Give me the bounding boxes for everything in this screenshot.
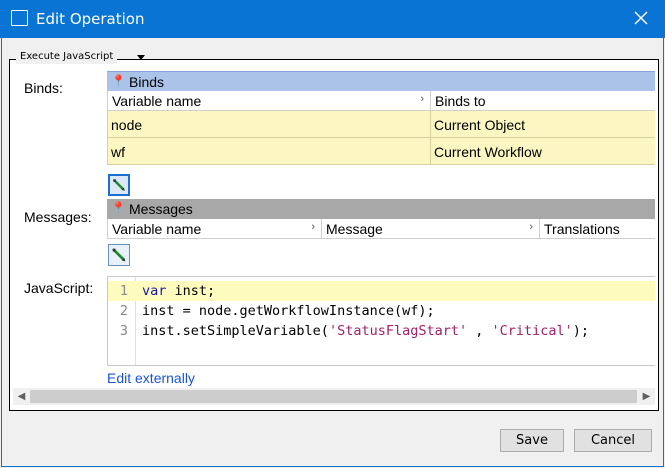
chevron-down-icon[interactable] xyxy=(137,55,145,60)
messages-grid-header: 📍 Messages xyxy=(107,199,655,219)
title-bar: Edit Operation xyxy=(0,0,665,38)
string-literal: 'StatusFlagStart' xyxy=(328,323,468,339)
code-text: var inst; xyxy=(142,281,215,301)
code-line[interactable]: 2 inst = node.getWorkflowInstance(wf); xyxy=(108,301,655,321)
column-header-label: Binds to xyxy=(435,93,486,109)
line-number: 2 xyxy=(119,303,128,319)
code-fragment: , xyxy=(467,323,492,339)
binds-label: Binds: xyxy=(24,80,63,96)
messages-grid: 📍 Messages Variable name › Message › Tra… xyxy=(107,199,655,239)
column-header-label: Message xyxy=(326,221,383,237)
binds-grid-title: Binds xyxy=(129,74,165,90)
operation-panel: Binds: 📍 Binds Variable name › Binds to xyxy=(9,59,659,411)
cancel-button[interactable]: Cancel xyxy=(574,429,652,452)
column-header-variable-name[interactable]: Variable name › xyxy=(108,91,431,111)
binds-column-headers: Variable name › Binds to xyxy=(107,91,655,111)
keyword: var xyxy=(142,283,167,299)
scrollbar-thumb[interactable] xyxy=(30,390,637,403)
window-title: Edit Operation xyxy=(36,10,145,28)
sort-arrow-icon: › xyxy=(311,221,315,233)
javascript-editor[interactable]: 1 var inst; 2 inst = node.getWorkflowIns… xyxy=(107,276,655,366)
string-literal: 'Critical' xyxy=(491,323,573,339)
code-text: inst.setSimpleVariable('StatusFlagStart'… xyxy=(142,321,589,341)
edit-messages-pen-icon[interactable] xyxy=(108,244,130,266)
code-line[interactable]: 3 inst.setSimpleVariable('StatusFlagStar… xyxy=(108,321,655,341)
bind-variable-cell[interactable]: wf xyxy=(108,138,431,165)
messages-label: Messages: xyxy=(24,209,92,225)
edit-externally-link[interactable]: Edit externally xyxy=(107,370,195,386)
bind-target-cell[interactable]: Current Object xyxy=(431,111,655,138)
column-header-variable-name[interactable]: Variable name › xyxy=(108,219,322,239)
sort-arrow-icon: › xyxy=(420,93,424,105)
save-button[interactable]: Save xyxy=(500,429,564,452)
code-fragment: ); xyxy=(572,323,590,339)
operation-panel-content: Binds: 📍 Binds Variable name › Binds to xyxy=(13,64,655,388)
binds-grid: 📍 Binds Variable name › Binds to node Cu… xyxy=(107,71,655,165)
column-header-binds-to[interactable]: Binds to xyxy=(431,91,655,111)
javascript-label: JavaScript: xyxy=(24,280,94,296)
code-fragment: inst.setSimpleVariable( xyxy=(142,323,329,339)
pin-icon[interactable]: 📍 xyxy=(111,201,126,215)
sort-arrow-icon: › xyxy=(529,221,533,233)
column-header-label: Variable name xyxy=(112,93,202,109)
scroll-right-icon[interactable]: ▶ xyxy=(638,388,655,405)
horizontal-scrollbar[interactable]: ◀ ▶ xyxy=(13,388,655,405)
close-icon[interactable] xyxy=(631,8,651,28)
bind-variable-cell[interactable]: node xyxy=(108,111,431,138)
code-text: inst = node.getWorkflowInstance(wf); xyxy=(142,301,435,321)
code-line[interactable]: 1 var inst; xyxy=(108,281,655,301)
edit-binds-pen-icon[interactable] xyxy=(108,174,130,196)
binds-grid-header: 📍 Binds xyxy=(107,71,655,91)
table-row[interactable]: node Current Object xyxy=(107,111,655,138)
window-icon xyxy=(11,10,28,26)
code-fragment: inst; xyxy=(166,283,216,299)
table-row[interactable]: wf Current Workflow xyxy=(107,138,655,165)
operation-type-label[interactable]: Execute JavaScript xyxy=(16,50,118,64)
scroll-left-icon[interactable]: ◀ xyxy=(13,388,30,405)
pin-icon[interactable]: 📍 xyxy=(111,74,126,88)
bind-target-cell[interactable]: Current Workflow xyxy=(431,138,655,165)
code-fragment: inst = node.getWorkflowInstance(wf); xyxy=(142,303,435,319)
messages-column-headers: Variable name › Message › Translations xyxy=(107,219,655,239)
line-number: 1 xyxy=(119,283,128,299)
line-number: 3 xyxy=(119,323,128,339)
dialog-client: Binds: 📍 Binds Variable name › Binds to xyxy=(1,38,664,467)
column-header-message[interactable]: Message › xyxy=(322,219,540,239)
column-header-translations[interactable]: Translations xyxy=(540,219,655,239)
messages-grid-title: Messages xyxy=(129,201,193,217)
column-header-label: Variable name xyxy=(112,221,202,237)
column-header-label: Translations xyxy=(544,221,620,237)
